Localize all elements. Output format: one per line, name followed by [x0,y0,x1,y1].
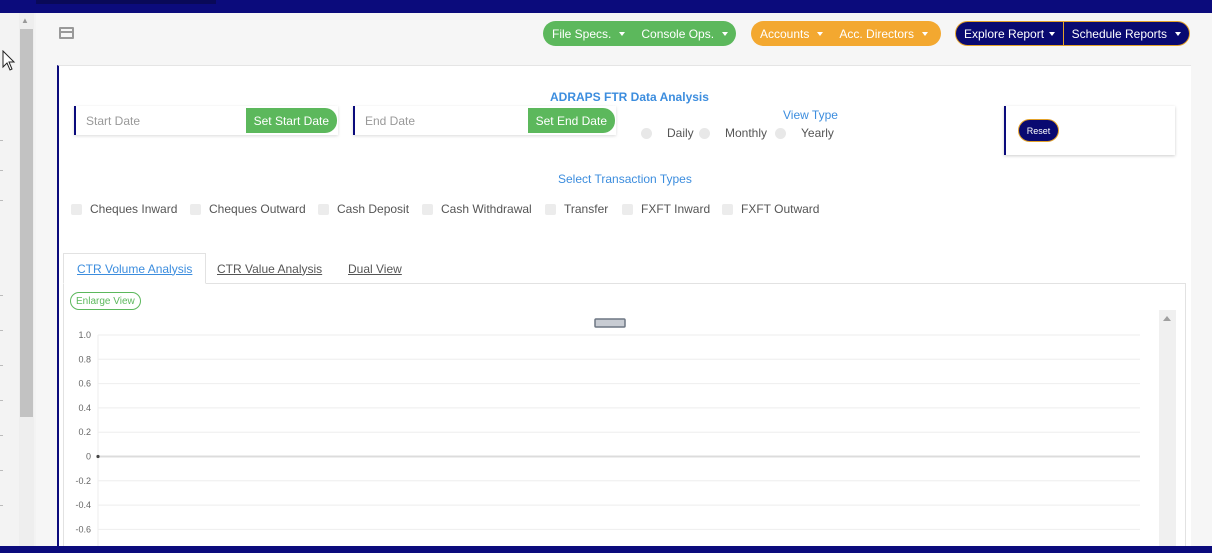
set-end-date-button[interactable]: Set End Date [527,108,615,133]
y-tick-label: 0.6 [78,379,91,389]
file-specs-button[interactable]: File Specs. [544,21,633,46]
ruler-tick [0,400,3,401]
accounts-label: Accounts [760,26,810,41]
scroll-up-icon[interactable] [1163,316,1171,321]
ruler-tick [0,505,3,506]
checkbox-icon [318,203,329,215]
checkbox-label: FXFT Outward [741,202,820,216]
tab-ctr-volume-analysis[interactable]: CTR Volume Analysis [63,253,207,284]
end-date-group: End Date Set End Date [353,106,616,135]
checkbox-icon [71,203,82,215]
radio-label: Yearly [801,126,834,140]
ruler-tick [0,170,3,171]
checkbox-cash-withdrawal[interactable]: Cash Withdrawal [422,202,532,216]
left-scrollbar[interactable]: ▲ [0,13,36,546]
radio-icon [699,127,710,139]
y-tick-label: -0.2 [75,476,91,486]
start-date-group: Start Date Set Start Date [74,106,338,135]
explore-report-label: Explore Report [964,26,1045,41]
checkbox-label: Cheques Outward [209,202,306,216]
view-type-label: View Type [783,108,838,122]
ruler-tick [0,470,3,471]
caret-down-icon [722,31,729,36]
accounts-button[interactable]: Accounts [752,21,831,46]
y-tick-label: 0.4 [78,403,91,413]
mouse-cursor-icon [2,50,16,71]
radio-monthly[interactable]: Monthly [699,126,767,140]
radio-icon [775,127,786,139]
console-ops-label: Console Ops. [641,26,715,41]
set-start-date-button[interactable]: Set Start Date [245,108,337,133]
y-tick-label: -0.4 [75,500,91,510]
top-bar-accent [36,0,216,4]
scroll-up-icon[interactable]: ▲ [21,16,29,25]
ops-menu-group: File Specs. Console Ops. [543,21,736,46]
radio-yearly[interactable]: Yearly [775,126,834,140]
checkbox-label: Transfer [564,202,609,216]
ruler-tick [0,200,3,201]
checkbox-transfer[interactable]: Transfer [545,202,608,216]
caret-down-icon [1175,31,1181,36]
page-title: ADRAPS FTR Data Analysis [550,90,709,104]
volume-chart: 1.0 0.8 0.6 0.4 0.2 0 -0.2 -0.4 -0.6 [75,318,1140,546]
reports-menu-group: Explore Report Schedule Reports [955,21,1190,46]
tab-dual-view[interactable]: Dual View [335,253,415,284]
chart-scrollbar[interactable] [1159,310,1176,546]
checkbox-fxft-inward[interactable]: FXFT Inward [622,202,710,216]
radio-label: Monthly [725,126,768,140]
data-point [96,454,100,459]
acc-directors-label: Acc. Directors [839,26,915,41]
end-date-input[interactable]: End Date [355,107,528,134]
legend-marker [594,318,626,328]
tab-bar: CTR Volume Analysis CTR Value Analysis D… [63,253,1186,284]
schedule-reports-button[interactable]: Schedule Reports [1064,21,1189,46]
checkbox-cheques-outward[interactable]: Cheques Outward [190,202,306,216]
transaction-types-label: Select Transaction Types [558,172,692,186]
radio-label: Daily [667,126,694,140]
reset-button[interactable]: Reset [1018,119,1059,142]
y-tick-label: 1.0 [78,330,91,340]
ruler-tick [0,435,3,436]
caret-down-icon [922,31,929,36]
caret-down-icon [1049,31,1056,36]
checkbox-label: Cash Deposit [337,202,410,216]
tab-ctr-value-analysis[interactable]: CTR Value Analysis [204,253,335,284]
y-tick-label: 0.2 [78,427,91,437]
console-ops-button[interactable]: Console Ops. [633,21,736,46]
checkbox-icon [622,203,633,215]
reset-box: Reset [1004,106,1175,155]
caret-down-icon [817,31,824,36]
ruler-tick [0,365,3,366]
bottom-bar [0,546,1212,553]
y-tick-label: 0.8 [78,354,91,364]
sidebar-toggle-icon[interactable] [59,27,74,39]
y-tick-label: -0.6 [75,524,91,534]
checkbox-label: FXFT Inward [641,202,711,216]
checkbox-cash-deposit[interactable]: Cash Deposit [318,202,409,216]
explore-report-button[interactable]: Explore Report [956,21,1063,46]
y-tick-label: 0 [86,452,91,462]
schedule-reports-label: Schedule Reports [1071,26,1167,41]
start-date-input[interactable]: Start Date [76,107,246,134]
accounts-menu-group: Accounts Acc. Directors [751,21,941,46]
file-specs-label: File Specs. [552,26,612,41]
caret-down-icon [619,31,626,36]
ruler-tick [0,330,3,331]
checkbox-icon [722,203,733,215]
ruler-tick [0,140,3,141]
checkbox-cheques-inward[interactable]: Cheques Inward [71,202,177,216]
enlarge-view-button[interactable]: Enlarge View [70,292,141,310]
checkbox-icon [190,203,201,215]
checkbox-label: Cash Withdrawal [441,202,532,216]
checkbox-label: Cheques Inward [90,202,178,216]
checkbox-icon [545,203,556,215]
radio-icon [641,127,652,139]
acc-directors-button[interactable]: Acc. Directors [831,21,936,46]
radio-daily[interactable]: Daily [641,126,694,140]
top-bar [0,0,1212,13]
ruler-tick [0,295,3,296]
checkbox-fxft-outward[interactable]: FXFT Outward [722,202,819,216]
scrollbar-thumb[interactable] [20,29,33,417]
checkbox-icon [422,203,433,215]
